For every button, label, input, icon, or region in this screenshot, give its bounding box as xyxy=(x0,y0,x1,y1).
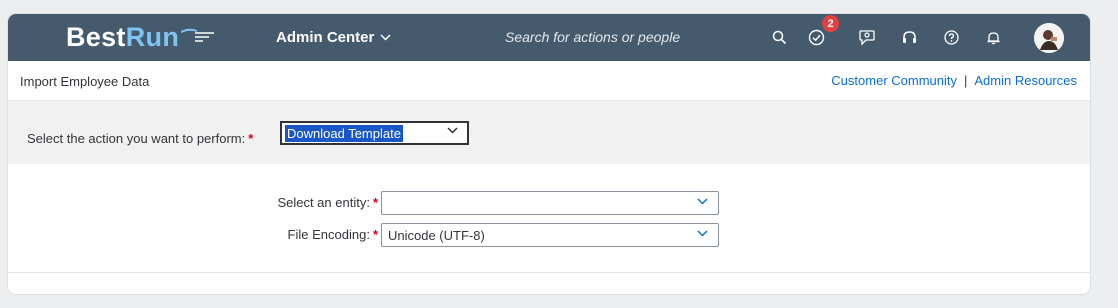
admin-center-label: Admin Center xyxy=(276,29,375,46)
action-selected-value: Download Template xyxy=(285,124,403,142)
encoding-label-text: File Encoding: xyxy=(287,227,370,242)
encoding-label: File Encoding: * xyxy=(288,227,378,242)
entity-label: Select an entity: * xyxy=(277,195,378,210)
encoding-select-value: Unicode (UTF-8) xyxy=(388,228,485,243)
search-icon[interactable] xyxy=(768,26,790,48)
company-logo[interactable]: Best Run xyxy=(66,21,215,53)
customer-community-link[interactable]: Customer Community xyxy=(831,73,957,88)
logo-text-primary: Best xyxy=(66,21,126,52)
page-title: Import Employee Data xyxy=(20,74,150,89)
logo-speed-lines-icon xyxy=(181,28,215,42)
app-window: Best Run Admin Center Search for actions … xyxy=(8,14,1090,294)
form-section: Select an entity: * File Encoding: * Unico… xyxy=(8,164,1090,294)
resource-links: Customer Community | Admin Resources xyxy=(831,73,1077,88)
link-separator: | xyxy=(964,73,968,88)
chevron-down-icon xyxy=(697,198,708,205)
shell-bar: Best Run Admin Center Search for actions … xyxy=(8,14,1090,61)
admin-resources-link[interactable]: Admin Resources xyxy=(974,73,1077,88)
encoding-row: File Encoding: * Unicode (UTF-8) xyxy=(8,223,1090,247)
entity-row: Select an entity: * xyxy=(8,191,1090,215)
headset-icon[interactable] xyxy=(898,26,920,48)
notification-badge: 2 xyxy=(822,15,839,32)
chevron-down-icon xyxy=(447,127,458,134)
required-marker: * xyxy=(372,195,378,210)
required-marker: * xyxy=(372,227,378,242)
action-label: Select the action you want to perform: * xyxy=(27,131,253,146)
feedback-icon[interactable] xyxy=(856,26,878,48)
entity-select[interactable] xyxy=(381,191,719,215)
chevron-down-icon xyxy=(697,230,708,237)
chevron-down-icon xyxy=(380,34,391,41)
search-input[interactable]: Search for actions or people xyxy=(505,29,680,45)
logo-text-secondary: Run xyxy=(125,21,180,52)
encoding-select[interactable]: Unicode (UTF-8) xyxy=(381,223,719,247)
help-icon[interactable] xyxy=(940,26,962,48)
divider xyxy=(8,272,1090,273)
entity-label-text: Select an entity: xyxy=(277,195,370,210)
bell-icon[interactable] xyxy=(982,26,1004,48)
admin-center-menu[interactable]: Admin Center xyxy=(276,29,391,46)
user-avatar[interactable] xyxy=(1034,23,1064,53)
action-label-text: Select the action you want to perform: xyxy=(27,131,246,146)
page-header: Import Employee Data Customer Community … xyxy=(8,61,1090,101)
required-marker: * xyxy=(248,131,254,146)
action-section: Select the action you want to perform: * … xyxy=(8,101,1090,164)
action-select[interactable]: Download Template xyxy=(280,121,469,145)
